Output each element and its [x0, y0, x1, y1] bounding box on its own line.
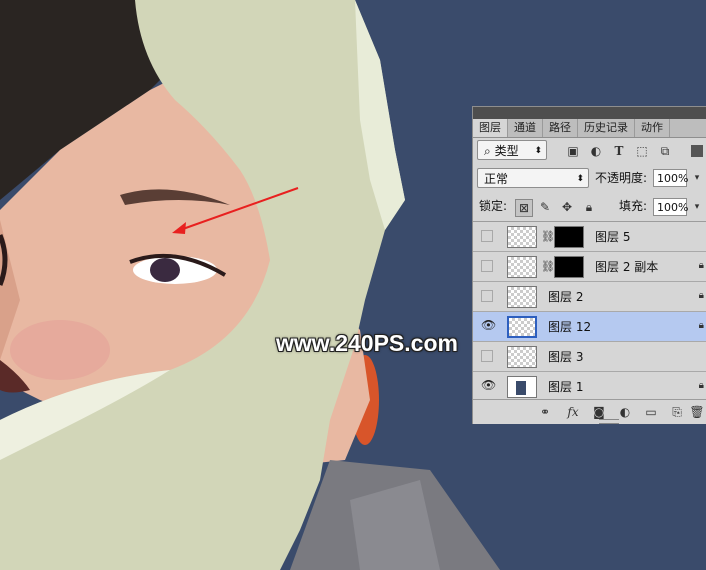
- blend-row: 正常 ⬍ 不透明度: 100% ▾: [473, 166, 706, 190]
- layer-row[interactable]: 图层 2 🔒︎: [473, 282, 706, 312]
- updown-arrow-icon: ⬍: [576, 174, 584, 184]
- image-filter-icon[interactable]: ▣: [565, 143, 581, 159]
- filter-kind-select[interactable]: ⌕ 类型 ⬍: [477, 140, 547, 160]
- tab-layers[interactable]: 图层: [473, 119, 508, 137]
- panel-grip[interactable]: [473, 107, 706, 119]
- layer-thumbnail: [507, 226, 537, 248]
- lock-transparent-icon[interactable]: ⊠: [515, 199, 533, 217]
- tab-channels[interactable]: 通道: [508, 119, 543, 137]
- tabs-spacer: [670, 119, 706, 137]
- updown-arrow-icon: ⬍: [534, 146, 542, 156]
- blend-mode-label: 正常: [484, 172, 509, 186]
- lock-icon: 🔒︎: [698, 380, 704, 391]
- watermark-text: www.240PS.com: [276, 330, 458, 356]
- lock-icon: 🔒︎: [698, 260, 704, 271]
- link-icon[interactable]: ⚭: [537, 404, 553, 420]
- filter-toggle-icon[interactable]: [691, 145, 703, 157]
- tab-paths[interactable]: 路径: [543, 119, 578, 137]
- panel-tabs: 图层 通道 路径 历史记录 动作: [473, 119, 706, 138]
- blend-mode-select[interactable]: 正常 ⬍: [477, 168, 589, 188]
- trash-icon[interactable]: 🗑︎: [689, 404, 705, 420]
- tab-actions[interactable]: 动作: [635, 119, 670, 137]
- adjustment-icon[interactable]: ◐: [617, 404, 633, 420]
- fx-icon[interactable]: fx: [565, 404, 581, 420]
- shape-filter-icon[interactable]: ⬚: [634, 143, 650, 159]
- fill-input[interactable]: 100%: [653, 198, 688, 216]
- layer-row[interactable]: ⛓ 图层 5: [473, 222, 706, 252]
- layer-name: 图层 2 副本: [595, 260, 659, 274]
- layer-row[interactable]: ⛓ 图层 2 副本 🔒︎: [473, 252, 706, 282]
- opacity-dropdown-icon[interactable]: ▾: [689, 170, 705, 186]
- layers-list: ⛓ 图层 5 ⛓ 图层 2 副本 🔒︎ 图层 2 🔒︎ 👁︎ 图层 12 🔒︎: [473, 221, 706, 402]
- panel-bottom-toolbar: ⚭ fx ◙ ◐ ▭ ⎘ 🗑︎: [473, 399, 706, 424]
- text-filter-icon[interactable]: T: [611, 143, 627, 159]
- new-layer-icon[interactable]: ⎘: [669, 404, 685, 420]
- visibility-toggle[interactable]: [481, 350, 493, 362]
- smart-object-filter-icon[interactable]: ⧉: [657, 143, 673, 159]
- chain-link-icon[interactable]: ⛓: [541, 260, 555, 273]
- lock-paint-icon[interactable]: ✎: [537, 199, 553, 215]
- adjustment-filter-icon[interactable]: ◐: [588, 143, 604, 159]
- search-icon: ⌕: [484, 144, 491, 158]
- layer-thumbnail: [507, 346, 537, 368]
- lock-label: 锁定:: [479, 199, 508, 213]
- layer-row[interactable]: 图层 3: [473, 342, 706, 372]
- filter-kind-label: 类型: [494, 144, 519, 158]
- visibility-toggle[interactable]: [481, 230, 493, 242]
- fill-dropdown-icon[interactable]: ▾: [689, 199, 705, 215]
- opacity-input[interactable]: 100%: [653, 169, 688, 187]
- fill-label: 填充:: [619, 199, 648, 213]
- lock-icon: 🔒︎: [698, 320, 704, 331]
- tab-history[interactable]: 历史记录: [578, 119, 635, 137]
- opacity-label: 不透明度:: [595, 171, 648, 185]
- layer-thumbnail: [507, 316, 537, 338]
- layer-thumbnail: [507, 256, 537, 278]
- mask-icon[interactable]: ◙: [591, 404, 607, 420]
- layer-name: 图层 2: [548, 290, 584, 304]
- chain-link-icon[interactable]: ⛓: [541, 230, 555, 243]
- visibility-toggle[interactable]: [481, 290, 493, 302]
- layer-name: 图层 5: [595, 230, 631, 244]
- resize-grip[interactable]: [599, 419, 619, 424]
- layer-thumbnail: [507, 286, 537, 308]
- filter-row: ⌕ 类型 ⬍ ▣ ◐ T ⬚ ⧉: [473, 138, 706, 162]
- layer-name: 图层 12: [548, 320, 592, 334]
- layer-row-selected[interactable]: 👁︎ 图层 12 🔒︎: [473, 312, 706, 342]
- eye-icon[interactable]: 👁︎: [481, 319, 496, 332]
- layer-name: 图层 3: [548, 350, 584, 364]
- layer-mask-thumbnail[interactable]: [554, 226, 584, 248]
- eye-icon[interactable]: 👁︎: [481, 379, 496, 392]
- layer-name: 图层 1: [548, 380, 584, 394]
- lock-row: 锁定: ⊠ ✎ ✥ 🔒︎ 填充: 100% ▾: [473, 195, 706, 219]
- smart-object-thumb-icon: [516, 381, 526, 395]
- folder-icon[interactable]: ▭: [643, 404, 659, 420]
- visibility-toggle[interactable]: [481, 260, 493, 272]
- layer-thumbnail: [507, 376, 537, 398]
- layer-mask-thumbnail[interactable]: [554, 256, 584, 278]
- layers-panel: 图层 通道 路径 历史记录 动作 ⌕ 类型 ⬍ ▣ ◐ T ⬚ ⧉ 正常 ⬍ 不…: [472, 106, 706, 424]
- lock-icon: 🔒︎: [698, 290, 704, 301]
- lock-all-icon[interactable]: 🔒︎: [581, 199, 597, 215]
- layer-row[interactable]: 👁︎ 图层 1 🔒︎: [473, 372, 706, 402]
- lock-move-icon[interactable]: ✥: [559, 199, 575, 215]
